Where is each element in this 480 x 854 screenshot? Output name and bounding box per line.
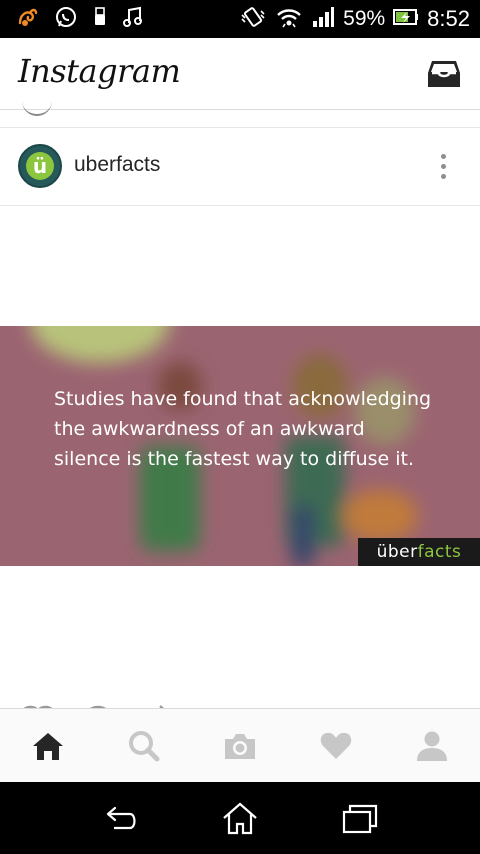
post-username[interactable]: uberfacts — [74, 153, 160, 177]
status-bar: 59% 8:52 — [0, 0, 480, 38]
avatar[interactable]: ü — [18, 144, 62, 188]
home-button[interactable] — [220, 800, 260, 836]
usb-icon — [92, 5, 108, 34]
wifi-icon — [275, 5, 303, 34]
battery-charging-icon — [393, 5, 419, 34]
brand-suffix: facts — [417, 542, 462, 562]
home-icon — [33, 733, 63, 760]
app-header: Instagram — [0, 38, 480, 110]
notification-icons — [16, 6, 144, 32]
uberfacts-watermark: überfacts — [358, 538, 480, 566]
clock: 8:52 — [427, 6, 470, 31]
tab-camera[interactable] — [192, 709, 288, 783]
tab-activity[interactable] — [288, 709, 384, 783]
recents-icon — [342, 804, 378, 834]
system-navigation-bar — [0, 782, 480, 854]
bottom-tab-bar — [0, 708, 480, 782]
home-icon — [223, 802, 257, 835]
more-dot — [441, 164, 446, 169]
post-caption: Studies have found that acknowledging th… — [54, 388, 432, 470]
more-dot — [441, 154, 446, 159]
post-header: ü uberfacts — [0, 128, 480, 206]
back-icon — [106, 806, 136, 830]
more-options-button[interactable] — [432, 150, 456, 184]
signal-icon — [311, 5, 335, 34]
back-button[interactable] — [102, 800, 142, 836]
search-icon — [129, 731, 160, 762]
inbox-icon — [428, 61, 460, 87]
instagram-logo: Instagram — [18, 52, 181, 90]
brand-prefix: über — [376, 542, 418, 562]
uc-browser-icon — [16, 5, 40, 34]
inbox-button[interactable] — [426, 57, 462, 91]
avatar-letter: ü — [26, 152, 54, 180]
whatsapp-icon — [54, 5, 78, 34]
camera-icon — [225, 734, 255, 759]
music-note-icon — [122, 5, 144, 34]
recents-button[interactable] — [340, 800, 380, 836]
person-icon — [417, 731, 447, 761]
vibrate-icon — [239, 5, 267, 34]
previous-post-peek — [0, 110, 480, 128]
previous-post-avatar — [22, 100, 52, 116]
more-dot — [441, 174, 446, 179]
heart-icon — [320, 732, 352, 759]
tab-home[interactable] — [0, 709, 96, 783]
post-image[interactable]: Studies have found that acknowledging th… — [0, 326, 480, 566]
battery-percentage: 59% — [343, 7, 386, 30]
tab-profile[interactable] — [384, 709, 480, 783]
instagram-feed-screen: 59% 8:52 Instagram ü uberfacts Studies h… — [0, 0, 480, 854]
tab-search[interactable] — [96, 709, 192, 783]
system-status: 59% 8:52 — [239, 6, 470, 32]
